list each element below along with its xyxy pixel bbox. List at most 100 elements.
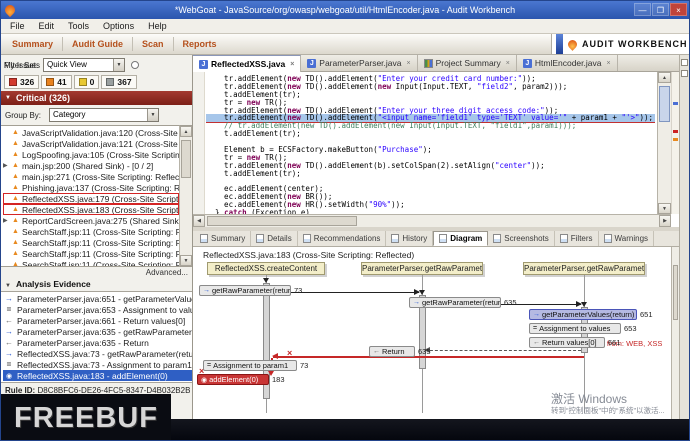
tab-warnings[interactable]: Warnings (599, 231, 655, 246)
overview-ruler[interactable] (671, 72, 679, 214)
issue-row[interactable]: ▲SearchStaff.jsp:11 (Cross-Site Scriptin… (3, 237, 179, 248)
group-by-select[interactable]: Category ▼ (49, 108, 159, 122)
tab-diagram[interactable]: Diagram (433, 231, 488, 246)
tab-label: Recommendations (314, 234, 381, 243)
diagram-node-assignment-to-values[interactable]: =Assignment to values653 (529, 323, 637, 334)
expand-icon[interactable]: ▶ (3, 162, 9, 169)
issue-row[interactable]: ▲Phishing.java:137 (Cross-Site Scripting… (3, 182, 179, 193)
tab-screenshots[interactable]: Screenshots (488, 231, 554, 246)
close-button[interactable]: × (670, 3, 687, 16)
analysis-evidence-list: →ParameterParser.java:651 - getParameter… (1, 291, 192, 383)
my-issues-radio[interactable] (131, 61, 139, 69)
diagram-node-addelement-0[interactable]: ◉addElement(0)183 (197, 374, 285, 385)
menu-item-options[interactable]: Options (96, 19, 141, 34)
severity-group-header[interactable]: ▼ Critical (326) (1, 91, 192, 105)
minimize-button[interactable]: — (634, 3, 651, 16)
toolbar-button-reports[interactable]: Reports (174, 34, 226, 54)
diagram-node-assignment-to-param1[interactable]: =Assignment to param173 (203, 360, 308, 371)
diagram-node-return[interactable]: ←Return635 (369, 346, 431, 357)
issue-row[interactable]: ▲main.jsp:271 (Cross-Site Scripting: Ref… (3, 171, 179, 182)
editor-tab-bar: JReflectedXSS.java×JParameterParser.java… (193, 55, 679, 72)
annotation-mark[interactable] (673, 130, 678, 133)
issue-row[interactable]: ▶▲main.jsp:200 (Shared Sink) - [0 / 2] (3, 160, 179, 171)
scrollbar-thumb[interactable] (207, 216, 357, 226)
filter-set-select[interactable]: Quick View ▼ (43, 58, 125, 72)
editor-vertical-scrollbar[interactable]: ▲ ▼ (657, 72, 671, 214)
scroll-left-icon[interactable]: ◀ (193, 215, 205, 227)
issue-row[interactable]: ▲ReflectedXSS.java:179 (Cross-Site Scrip… (3, 193, 179, 204)
evidence-row[interactable]: →ParameterParser.java:635 - getRawParame… (3, 326, 192, 337)
evidence-row[interactable]: →ParameterParser.java:651 - getParameter… (3, 293, 192, 304)
editor-tab-project-summary[interactable]: Project Summary× (418, 55, 517, 71)
menu-item-help[interactable]: Help (141, 19, 174, 34)
issue-row[interactable]: ▶▲ReportCardScreen.java:275 (Shared Sink… (3, 215, 179, 226)
diagram-node-getrawparameter-return[interactable]: →getRawParameter(return)635 (409, 297, 517, 308)
scroll-down-icon[interactable]: ▼ (658, 203, 671, 214)
annotation-mark[interactable] (673, 138, 678, 141)
analysis-evidence-header[interactable]: ▼ Analysis Evidence (5, 279, 91, 289)
editor-tab-parameterparser-java[interactable]: JParameterParser.java× (301, 55, 417, 71)
code-area[interactable]: tr.addElement(new TD().addElement("Enter… (206, 72, 655, 214)
scroll-up-icon[interactable]: ▲ (658, 72, 671, 83)
diagram-node-getparametervalues-return[interactable]: →getParameterValues(return)651 (529, 309, 653, 320)
scrollbar-thumb[interactable] (181, 140, 191, 178)
evidence-row[interactable]: =ParameterParser.java:653 - Assignment t… (3, 304, 192, 315)
expand-icon[interactable]: ▶ (3, 217, 9, 224)
tab-details[interactable]: Details (251, 231, 297, 246)
diagram-node-getrawparameter-return[interactable]: →getRawParameter(return)73 (199, 285, 302, 296)
scroll-up-icon[interactable]: ▲ (180, 126, 192, 137)
scroll-down-icon[interactable]: ▼ (180, 255, 192, 266)
toolbar-button-audit-guide[interactable]: Audit Guide (63, 34, 132, 54)
issue-row[interactable]: ▲JavaScriptValidation.java:120 (Cross-Si… (3, 127, 179, 138)
restore-view-icon[interactable] (681, 70, 688, 77)
tab-history[interactable]: History (386, 231, 433, 246)
scrollbar-thumb[interactable] (673, 265, 678, 320)
issue-row[interactable]: ▲JavaScriptValidation.java:121 (Cross-Si… (3, 138, 179, 149)
annotation-mark[interactable] (673, 102, 678, 105)
chevron-down-icon[interactable]: ▼ (147, 109, 158, 121)
scroll-right-icon[interactable]: ▶ (659, 215, 671, 227)
issue-row[interactable]: ▲SearchStaff.jsp:11 (Cross-Site Scriptin… (3, 248, 179, 259)
close-tab-icon[interactable]: × (606, 60, 610, 67)
evidence-row[interactable]: =ReflectedXSS.java:73 - Assignment to pa… (3, 359, 192, 370)
maximize-button[interactable]: ❐ (652, 3, 669, 16)
code-line[interactable]: t.addElement(tr); (206, 130, 655, 138)
tab-filters[interactable]: Filters (555, 231, 599, 246)
severity-filter-1[interactable]: 41 (41, 75, 71, 89)
evidence-row[interactable]: ←ParameterParser.java:661 - Return value… (3, 315, 192, 326)
warning-icon: ▲ (12, 151, 19, 158)
toolbar-button-scan[interactable]: Scan (133, 34, 173, 54)
evidence-row[interactable]: →ReflectedXSS.java:73 - getRawParameter(… (3, 348, 192, 359)
evidence-row[interactable]: ◉ReflectedXSS.java:183 - addElement(0) (3, 370, 192, 381)
editor-tab-htmlencoder-java[interactable]: JHtmlEncoder.java× (517, 55, 618, 71)
issue-row[interactable]: ▲SearchStaff.jsp:11 (Cross-Site Scriptin… (3, 259, 179, 267)
menu-item-edit[interactable]: Edit (32, 19, 62, 34)
issue-row[interactable]: ▲LogSpoofing.java:105 (Cross-Site Script… (3, 149, 179, 160)
menu-item-tools[interactable]: Tools (61, 19, 96, 34)
menu-item-file[interactable]: File (3, 19, 32, 34)
close-tab-icon[interactable]: × (406, 60, 410, 67)
severity-filter-0[interactable]: 326 (4, 75, 39, 89)
toolbar-button-summary[interactable]: Summary (3, 34, 62, 54)
restore-view-icon[interactable] (681, 59, 688, 66)
evidence-label: ParameterParser.java:635 - Return (17, 338, 149, 348)
diagram-column-header: ReflectedXSS.createContent (207, 262, 325, 275)
evidence-row[interactable]: ←ParameterParser.java:635 - Return (3, 337, 192, 348)
diagram-node-return-values-0[interactable]: ←Return values[0]661 (529, 337, 621, 348)
severity-filter-2[interactable]: 0 (74, 75, 100, 89)
issue-label: SearchStaff.jsp:11 (Cross-Site Scripting… (22, 238, 179, 248)
tab-summary[interactable]: Summary (195, 231, 251, 246)
issue-row[interactable]: ▲ReflectedXSS.java:183 (Cross-Site Scrip… (3, 204, 179, 215)
issue-row[interactable]: ▲SearchStaff.jsp:11 (Cross-Site Scriptin… (3, 226, 179, 237)
code-line[interactable]: t.addElement(tr); (206, 170, 655, 178)
chevron-down-icon[interactable]: ▼ (113, 59, 124, 71)
severity-filter-3[interactable]: 367 (101, 75, 136, 89)
editor-horizontal-scrollbar[interactable]: ◀ ▶ (193, 214, 671, 227)
advanced-link[interactable]: Advanced... (146, 268, 188, 277)
close-tab-icon[interactable]: × (290, 61, 294, 68)
issue-tree-scrollbar[interactable]: ▲ ▼ (179, 125, 192, 267)
scrollbar-thumb[interactable] (659, 86, 670, 122)
editor-tab-reflectedxss-java[interactable]: JReflectedXSS.java× (193, 55, 301, 72)
tab-recommendations[interactable]: Recommendations (298, 231, 387, 246)
close-tab-icon[interactable]: × (506, 60, 510, 67)
